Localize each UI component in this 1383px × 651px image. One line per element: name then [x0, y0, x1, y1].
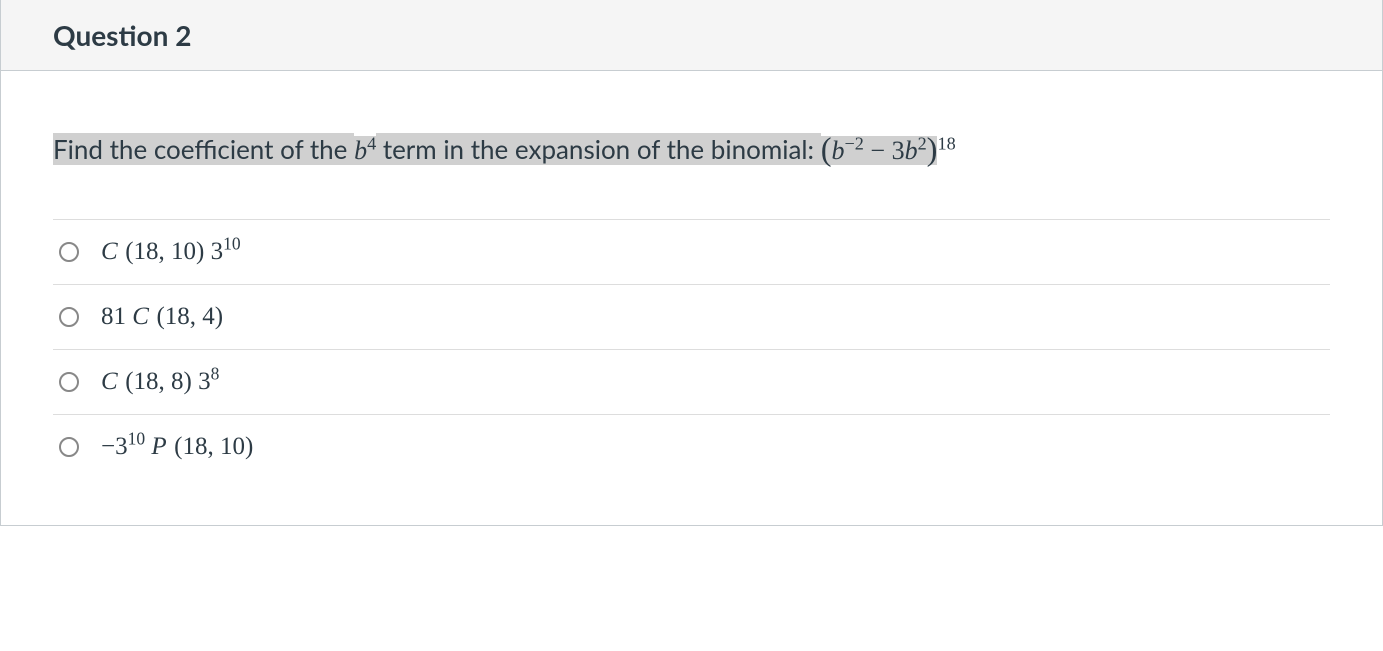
answer-option-b[interactable]: 81 C (18, 4) — [53, 285, 1330, 350]
prompt-target-term: b4 — [354, 136, 376, 165]
answer-option-d[interactable]: −310 P (18, 10) — [53, 415, 1330, 479]
binom-b-base: b — [905, 136, 918, 165]
target-exp: 4 — [367, 133, 376, 153]
question-card: Question 2 Find the coefficient of the b… — [0, 0, 1383, 526]
answer-label: C (18, 10) 310 — [101, 238, 241, 266]
radio-icon[interactable] — [59, 242, 79, 262]
question-prompt: Find the coefficient of the b4 term in t… — [53, 127, 1330, 173]
binom-a-base: b — [832, 136, 845, 165]
answer-label: −310 P (18, 10) — [101, 433, 253, 461]
binom-a-exp: −2 — [845, 133, 864, 153]
outer-exponent: 18 — [937, 136, 955, 165]
answer-list: C (18, 10) 310 81 C (18, 4) C (18, 8) 38… — [53, 219, 1330, 479]
radio-icon[interactable] — [59, 437, 79, 457]
binom-op: − — [864, 136, 892, 165]
question-title: Question 2 — [53, 18, 1356, 52]
prompt-text-2: term in the expansion of the binomial: — [376, 133, 821, 165]
question-body: Find the coefficient of the b4 term in t… — [1, 71, 1382, 525]
answer-option-c[interactable]: C (18, 8) 38 — [53, 350, 1330, 415]
binom-b-coef: 3 — [892, 136, 905, 165]
target-base: b — [354, 136, 367, 165]
binom-b-exp: 2 — [918, 133, 927, 153]
answer-option-a[interactable]: C (18, 10) 310 — [53, 220, 1330, 285]
answer-label: 81 C (18, 4) — [101, 303, 223, 331]
binomial-expression: (b−2 − 3b2) — [821, 136, 938, 165]
prompt-text-1: Find the coefficient of the — [53, 133, 354, 165]
radio-icon[interactable] — [59, 372, 79, 392]
question-header: Question 2 — [1, 0, 1382, 71]
answer-label: C (18, 8) 38 — [101, 368, 219, 396]
radio-icon[interactable] — [59, 307, 79, 327]
